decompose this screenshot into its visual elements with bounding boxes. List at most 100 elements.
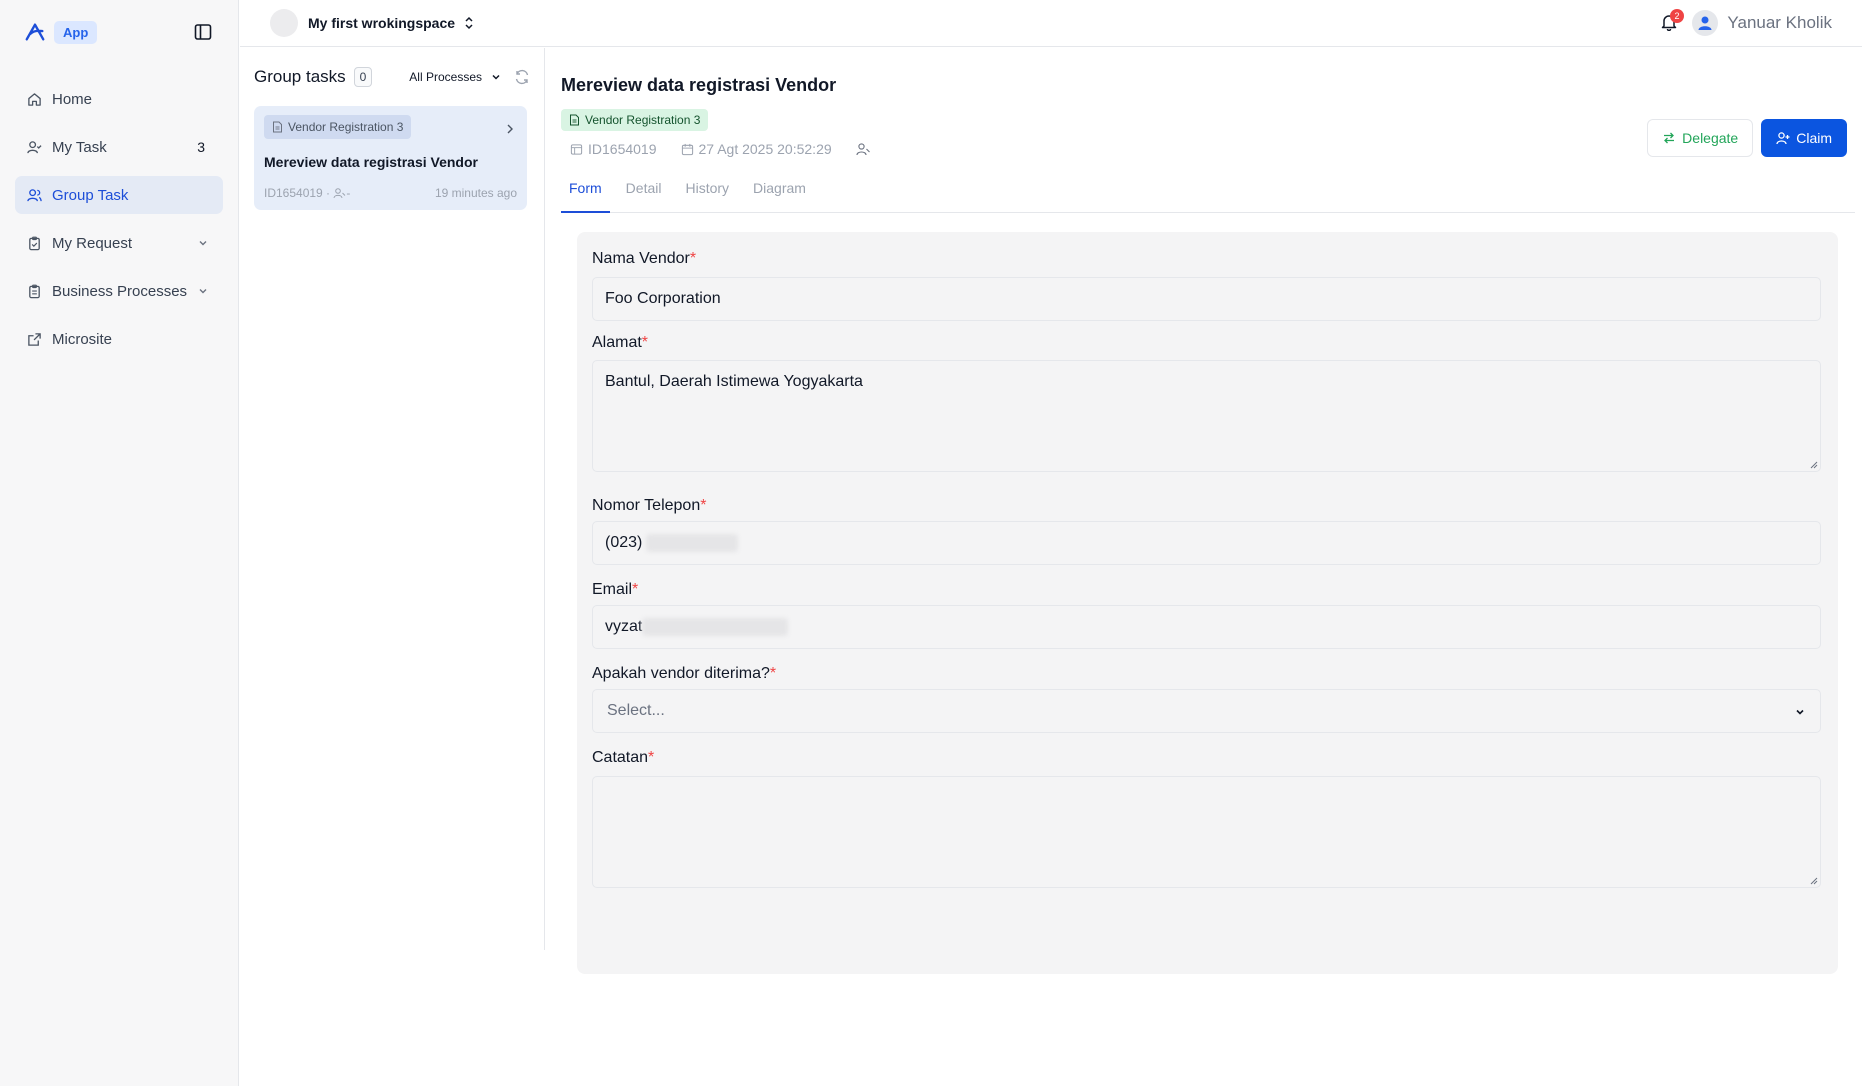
task-meta-row: ID1654019 27 Agt 2025 20:52:29 (570, 141, 871, 157)
external-link-icon (27, 331, 43, 347)
swap-icon (1664, 132, 1675, 144)
group-tasks-header: Group tasks 0 All Processes (254, 64, 530, 90)
group-tasks-count: 0 (353, 67, 373, 87)
nama-vendor-label: Nama Vendor* (592, 250, 696, 268)
catatan-label-text: Catatan (592, 749, 649, 766)
email-label: Email* (592, 581, 638, 599)
task-date: 27 Agt 2025 20:52:29 (698, 141, 832, 157)
telepon-input[interactable]: (023) (592, 521, 1821, 565)
task-count-badge: 3 (197, 139, 205, 155)
catatan-textarea[interactable] (592, 776, 1821, 888)
assignee-icon (856, 143, 870, 156)
tab-form[interactable]: Form (561, 176, 610, 213)
tab-diagram[interactable]: Diagram (745, 176, 814, 213)
calendar-icon (681, 143, 693, 155)
task-id: ID1654019 (588, 141, 657, 157)
telepon-label-text: Nomor Telepon (592, 497, 701, 514)
chevron-down-icon (1796, 709, 1804, 715)
workspace-switcher[interactable]: My first wrokingspace (270, 9, 475, 37)
chevron-down-icon (199, 241, 207, 246)
users-icon (27, 187, 43, 203)
sidebar-item-business-processes[interactable]: Business Processes (15, 272, 223, 310)
diterima-select[interactable]: Select... (592, 689, 1821, 733)
task-actions: Delegate Claim (1647, 119, 1847, 157)
id-card-icon (570, 143, 583, 155)
delegate-button-label: Delegate (1682, 130, 1739, 146)
required-mark: * (689, 250, 697, 267)
task-title: Mereview data registrasi Vendor (264, 154, 478, 170)
sidebar-item-my-task[interactable]: My Task 3 (15, 128, 223, 166)
diterima-label: Apakah vendor diterima?* (592, 665, 776, 683)
required-mark: * (632, 581, 639, 598)
email-input[interactable]: vyzat (592, 605, 1821, 649)
workspace-avatar (270, 9, 298, 37)
task-id: ID1654019 (264, 186, 323, 200)
catatan-label: Catatan* (592, 749, 654, 767)
task-form: Nama Vendor* Foo Corporation Alamat* Ban… (577, 232, 1838, 974)
nama-vendor-label-text: Nama Vendor (592, 250, 690, 267)
user-plus-icon (1776, 132, 1790, 145)
task-time-ago: 19 minutes ago (434, 186, 517, 200)
tab-detail[interactable]: Detail (618, 176, 670, 213)
process-filter-select[interactable]: All Processes (409, 70, 502, 84)
telepon-value: (023) (605, 534, 643, 551)
delegate-button[interactable]: Delegate (1647, 119, 1754, 157)
process-tag: Vendor Registration 3 (561, 109, 709, 131)
sidebar-item-label: Home (52, 90, 93, 108)
chevron-down-icon (492, 74, 500, 80)
logo-row: App (24, 18, 214, 46)
required-mark: * (700, 497, 707, 514)
workspace-name: My first wrokingspace (308, 15, 456, 31)
page-title: Mereview data registrasi Vendor (561, 75, 837, 95)
nama-vendor-value: Foo Corporation (605, 290, 721, 307)
topbar: My first wrokingspace 2 Yanuar Kholik (240, 0, 1862, 47)
chevron-up-down-icon (465, 16, 473, 30)
user-avatar-icon (1692, 10, 1719, 36)
sidebar-item-label: Group Task (52, 186, 129, 204)
sidebar-item-label: My Task (52, 138, 107, 156)
notification-bell-icon[interactable]: 2 (1660, 9, 1684, 33)
assignee-icon (333, 188, 346, 199)
required-mark: * (641, 334, 649, 351)
email-value: vyzat (605, 618, 643, 635)
email-label-text: Email (592, 581, 633, 598)
sidebar-item-group-task[interactable]: Group Task (15, 176, 223, 214)
group-tasks-title: Group tasks (254, 67, 346, 86)
sidebar-toggle-icon[interactable] (192, 21, 214, 43)
sidebar-item-microsite[interactable]: Microsite (15, 320, 223, 358)
meta-separator: · (322, 186, 334, 200)
nama-vendor-input[interactable]: Foo Corporation (592, 277, 1821, 321)
refresh-icon[interactable] (514, 69, 530, 85)
diterima-label-text: Apakah vendor diterima? (592, 665, 770, 682)
logo-icon (25, 23, 45, 41)
chevron-down-icon (199, 289, 207, 294)
app-badge: App (54, 20, 98, 44)
sidebar-item-label: Microsite (52, 330, 113, 348)
telepon-label: Nomor Telepon* (592, 497, 706, 515)
task-assignee: - (346, 186, 351, 200)
sidebar-item-my-request[interactable]: My Request (15, 224, 223, 262)
task-card[interactable]: Vendor Registration 3 Mereview data regi… (254, 106, 527, 210)
detail-tabs: Form Detail History Diagram (561, 176, 1855, 213)
resize-handle-icon[interactable] (1809, 876, 1818, 885)
user-check-icon (27, 139, 43, 155)
claim-button-label: Claim (1796, 130, 1832, 146)
user-menu[interactable]: Yanuar Kholik (1692, 9, 1832, 37)
alamat-textarea[interactable]: Bantul, Daerah Istimewa Yogyakarta (592, 360, 1821, 472)
alamat-value: Bantul, Daerah Istimewa Yogyakarta (605, 373, 863, 390)
required-mark: * (769, 665, 777, 682)
required-mark: * (648, 749, 655, 766)
document-icon (570, 114, 579, 126)
alamat-label-text: Alamat (592, 334, 642, 351)
home-icon (27, 91, 43, 107)
diterima-placeholder: Select... (607, 702, 665, 719)
redacted-text (646, 534, 739, 552)
notification-count-badge: 2 (1670, 9, 1684, 23)
resize-handle-icon[interactable] (1809, 460, 1818, 469)
sidebar-nav: Home My Task 3 Group Task My Request Bus… (15, 80, 223, 368)
task-process-tag-label: Vendor Registration 3 (288, 120, 404, 134)
sidebar-item-home[interactable]: Home (15, 80, 223, 118)
claim-button[interactable]: Claim (1761, 119, 1847, 157)
tab-history[interactable]: History (677, 176, 737, 213)
clipboard-list-icon (27, 283, 43, 299)
